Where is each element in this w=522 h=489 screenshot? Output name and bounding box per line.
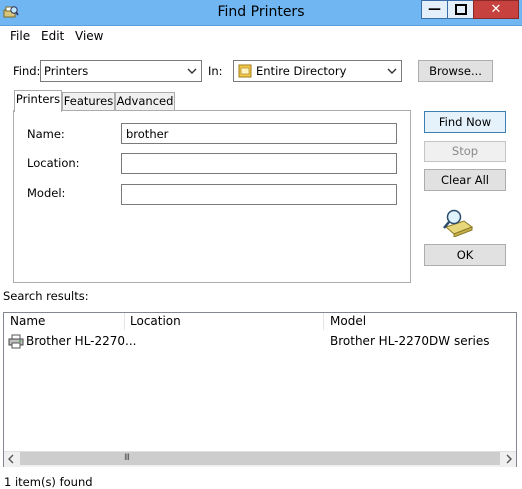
find-label: Find: <box>13 64 41 78</box>
find-combo-value: Printers <box>44 64 89 78</box>
minimize-icon: — <box>428 2 441 17</box>
menu-file[interactable]: File <box>10 29 30 43</box>
name-label: Name: <box>27 127 65 141</box>
find-now-button[interactable]: Find Now <box>424 111 506 133</box>
directory-icon <box>238 64 252 78</box>
tab-advanced[interactable]: Advanced <box>115 92 175 111</box>
scroll-thumb[interactable] <box>20 452 500 465</box>
row-name: Brother HL-2270... <box>26 334 137 348</box>
in-combo[interactable]: Entire Directory <box>233 60 402 82</box>
scroll-thumb-grip: III <box>124 453 130 463</box>
row-model: Brother HL-2270DW series <box>330 334 490 348</box>
model-field[interactable] <box>121 184 397 205</box>
in-label: In: <box>208 64 223 78</box>
scroll-right-button[interactable] <box>502 453 514 465</box>
location-field[interactable] <box>121 153 397 174</box>
printer-icon <box>8 334 24 349</box>
tab-printers[interactable]: Printers <box>14 90 62 112</box>
chevron-down-icon <box>187 68 197 74</box>
scroll-left-button[interactable] <box>6 453 18 465</box>
column-header-model[interactable]: Model <box>324 313 516 330</box>
name-field[interactable]: brother <box>121 123 397 144</box>
minimize-button[interactable]: — <box>421 0 447 19</box>
find-combo[interactable]: Printers <box>40 60 202 82</box>
maximize-icon <box>454 4 467 15</box>
ok-button[interactable]: OK <box>424 244 506 266</box>
model-label: Model: <box>27 186 66 200</box>
column-header-name[interactable]: Name <box>4 313 125 330</box>
search-results-label: Search results: <box>3 289 89 303</box>
chevron-right-icon <box>506 454 512 464</box>
clear-all-button[interactable]: Clear All <box>424 169 506 191</box>
close-icon: ✕ <box>490 2 502 17</box>
browse-button[interactable]: Browse... <box>418 60 493 82</box>
menu-view[interactable]: View <box>75 29 103 43</box>
stop-button[interactable]: Stop <box>424 141 506 162</box>
chevron-down-icon <box>387 68 397 74</box>
tab-features[interactable]: Features <box>62 92 115 111</box>
close-button[interactable]: ✕ <box>473 0 519 19</box>
status-text: 1 item(s) found <box>4 475 93 489</box>
magnifier-search-icon <box>442 207 474 238</box>
location-label: Location: <box>27 156 80 170</box>
name-field-value: brother <box>126 127 169 141</box>
chevron-left-icon <box>8 454 14 464</box>
column-header-location[interactable]: Location <box>125 313 324 330</box>
menu-edit[interactable]: Edit <box>41 29 64 43</box>
in-combo-value: Entire Directory <box>256 64 347 78</box>
maximize-button[interactable] <box>447 0 473 19</box>
